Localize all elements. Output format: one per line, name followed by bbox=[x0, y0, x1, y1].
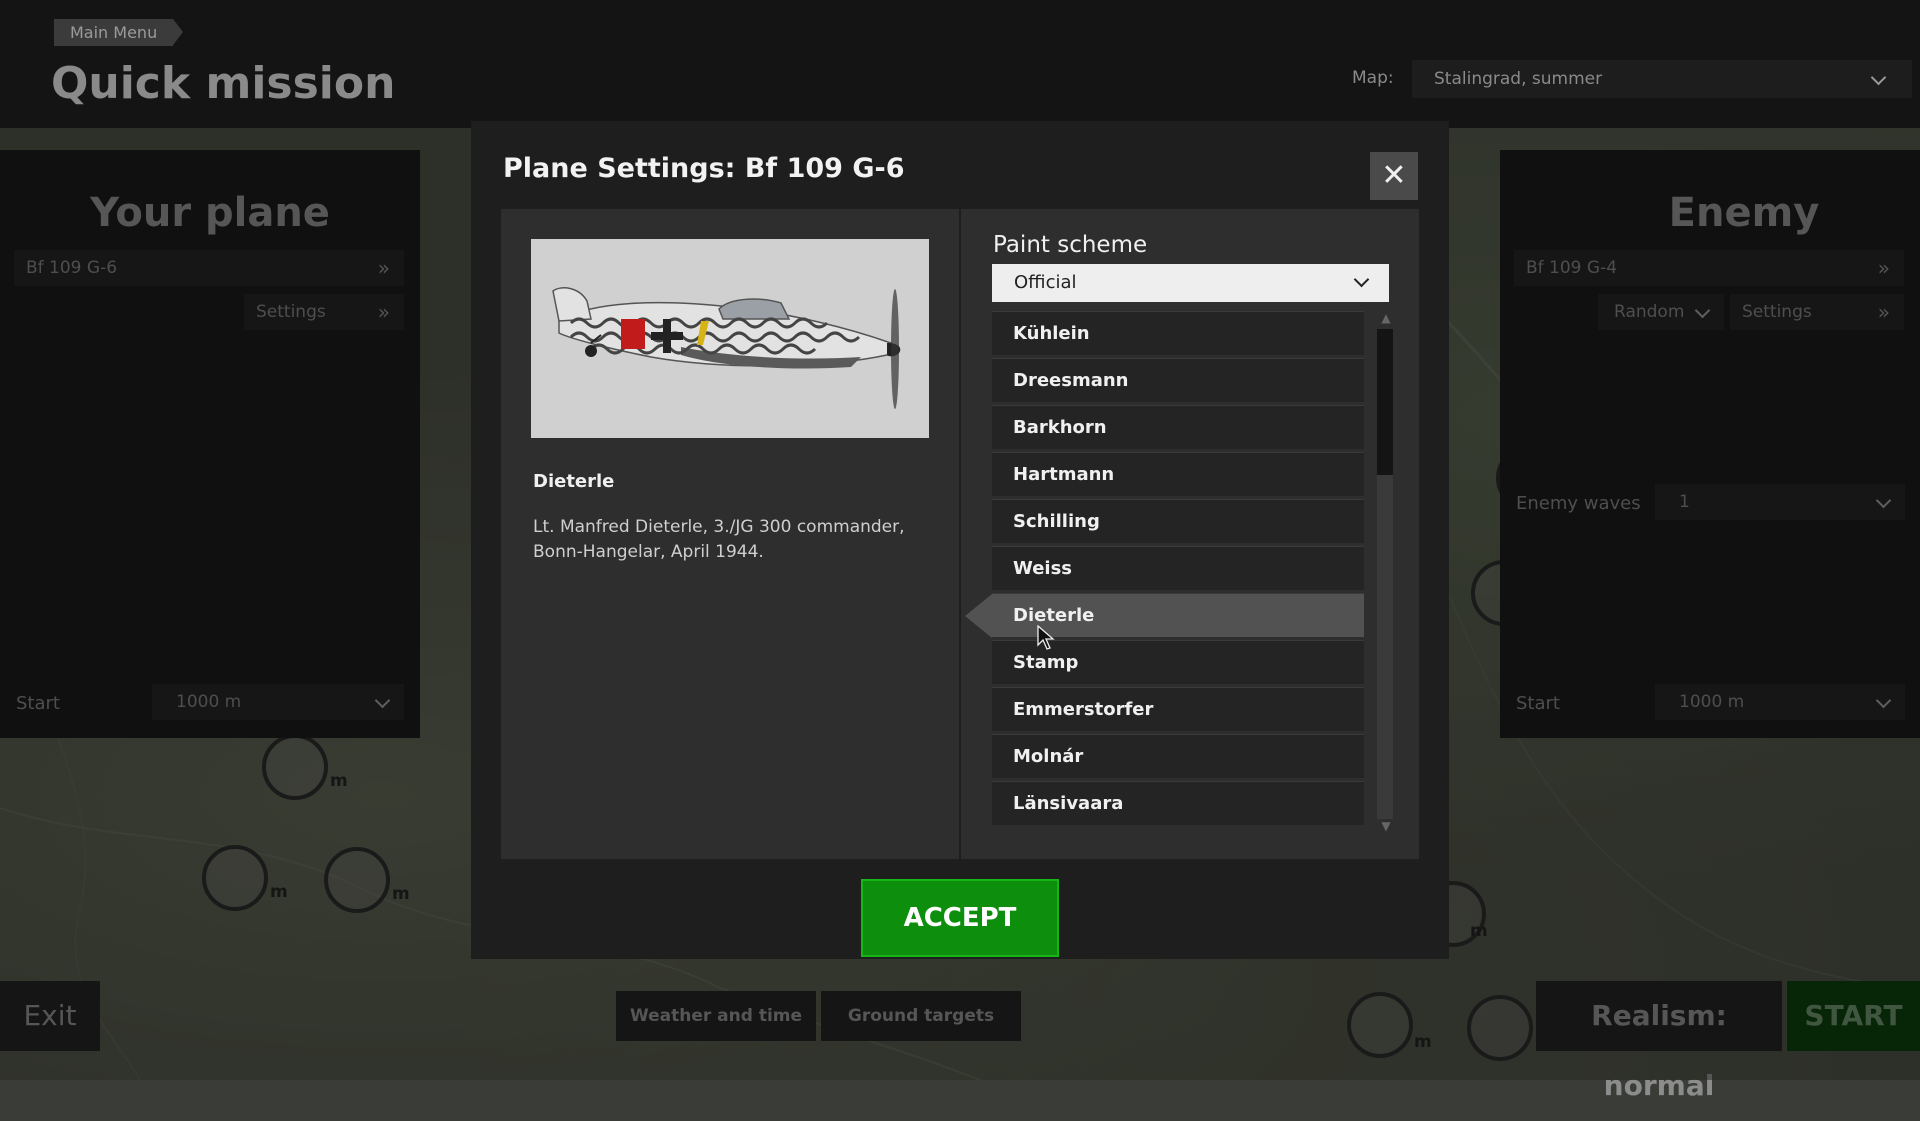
close-button[interactable]: ✕ bbox=[1370, 152, 1418, 200]
map-value: Stalingrad, summer bbox=[1434, 69, 1603, 89]
skin-list-item[interactable]: Länsivaara bbox=[992, 781, 1364, 825]
paint-scheme-label: Paint scheme bbox=[993, 232, 1148, 258]
skin-list-item[interactable]: Weiss bbox=[992, 546, 1364, 590]
skin-list[interactable]: ▲ ▼ Kühlein Dreesmann Barkhorn Hartmann Schi… bbox=[965, 311, 1397, 835]
skin-list-item[interactable]: Emmerstorfer bbox=[992, 687, 1364, 731]
paint-scheme-value: Official bbox=[1014, 272, 1077, 293]
close-icon: ✕ bbox=[1381, 158, 1407, 193]
scroll-down-arrow-icon[interactable]: ▼ bbox=[1379, 819, 1393, 833]
skin-preview-pane: Dieterle Lt. Manfred Dieterle, 3./JG 300… bbox=[501, 209, 959, 859]
skin-list-item[interactable]: Schilling bbox=[992, 499, 1364, 543]
scrollbar-thumb[interactable] bbox=[1377, 329, 1393, 475]
mouse-cursor-icon bbox=[1037, 625, 1055, 650]
scrollbar-track[interactable] bbox=[1377, 329, 1393, 819]
skin-list-item[interactable]: Dreesmann bbox=[992, 358, 1364, 402]
page-title: Quick mission bbox=[51, 58, 396, 109]
skin-list-item[interactable]: Barkhorn bbox=[992, 405, 1364, 449]
breadcrumb-main-menu[interactable]: Main Menu bbox=[54, 19, 184, 46]
map-label: Map: bbox=[1352, 68, 1394, 88]
map-select[interactable]: Stalingrad, summer bbox=[1412, 60, 1912, 98]
skin-list-item[interactable]: Kühlein bbox=[992, 311, 1364, 355]
dialog-title: Plane Settings: Bf 109 G-6 bbox=[503, 153, 905, 184]
chevron-down-icon bbox=[1870, 69, 1887, 86]
accept-button[interactable]: ACCEPT bbox=[861, 879, 1059, 957]
header: Main Menu Quick mission Map: Stalingrad,… bbox=[0, 0, 1920, 128]
paint-scheme-select[interactable]: Official bbox=[992, 264, 1389, 302]
skin-list-item[interactable]: Hartmann bbox=[992, 452, 1364, 496]
plane-skin-image bbox=[531, 239, 929, 438]
plane-illustration bbox=[531, 239, 929, 438]
selected-item-pointer bbox=[965, 594, 992, 638]
paint-scheme-pane: Paint scheme Official ▲ ▼ Kühlein Dreesma… bbox=[961, 209, 1419, 859]
selected-skin-name: Dieterle bbox=[533, 471, 615, 492]
selected-skin-description: Lt. Manfred Dieterle, 3./JG 300 commande… bbox=[533, 517, 905, 562]
scroll-up-arrow-icon[interactable]: ▲ bbox=[1379, 311, 1393, 325]
chevron-down-icon bbox=[1353, 271, 1370, 288]
skin-list-item[interactable]: Molnár bbox=[992, 734, 1364, 778]
plane-settings-dialog: Plane Settings: Bf 109 G-6 ✕ Dieterle Lt… bbox=[471, 121, 1449, 959]
